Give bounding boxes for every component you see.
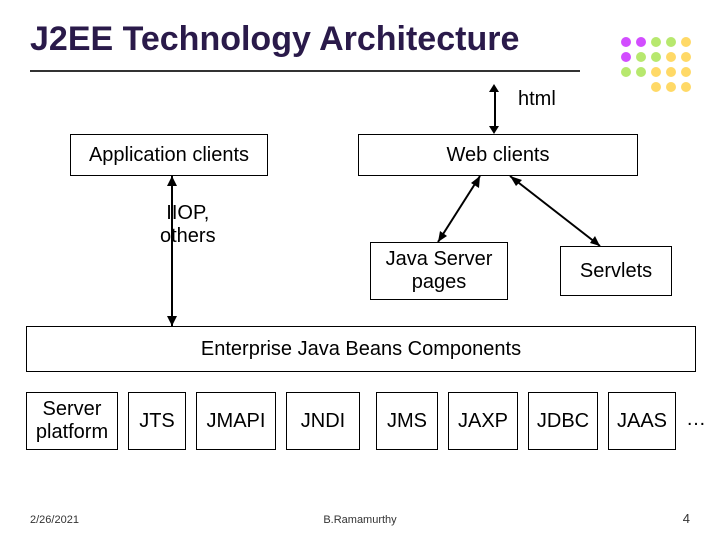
title-underline: [30, 70, 580, 72]
jms-box: JMS: [376, 392, 438, 450]
jndi-box: JNDI: [286, 392, 360, 450]
servlets-box: Servlets: [560, 246, 672, 296]
footer-author: B.Ramamurthy: [323, 514, 396, 526]
jts-box: JTS: [128, 392, 186, 450]
footer-page: 4: [683, 511, 690, 526]
jsp-box: Java Server pages: [370, 242, 508, 300]
dots-logo-icon: [616, 32, 696, 92]
application-clients-box: Application clients: [70, 134, 268, 176]
jmapi-box: JMAPI: [196, 392, 276, 450]
arrow-html-up: [489, 84, 499, 92]
ejb-box: Enterprise Java Beans Components: [26, 326, 696, 372]
jaas-box: JAAS: [608, 392, 676, 450]
iiop-label: IIOP, others: [160, 202, 216, 248]
footer-date: 2/26/2021: [30, 514, 79, 526]
html-label: html: [518, 88, 556, 111]
arrow-html-line: [494, 90, 496, 126]
slide: J2EE Technology Architecture html: [0, 0, 720, 540]
jaxp-box: JAXP: [448, 392, 518, 450]
web-clients-box: Web clients: [358, 134, 638, 176]
ellipsis-label: …: [686, 408, 706, 431]
server-platform-box: Server platform: [26, 392, 118, 450]
arrow-html-down: [489, 126, 499, 134]
slide-title: J2EE Technology Architecture: [30, 20, 519, 59]
jdbc-box: JDBC: [528, 392, 598, 450]
